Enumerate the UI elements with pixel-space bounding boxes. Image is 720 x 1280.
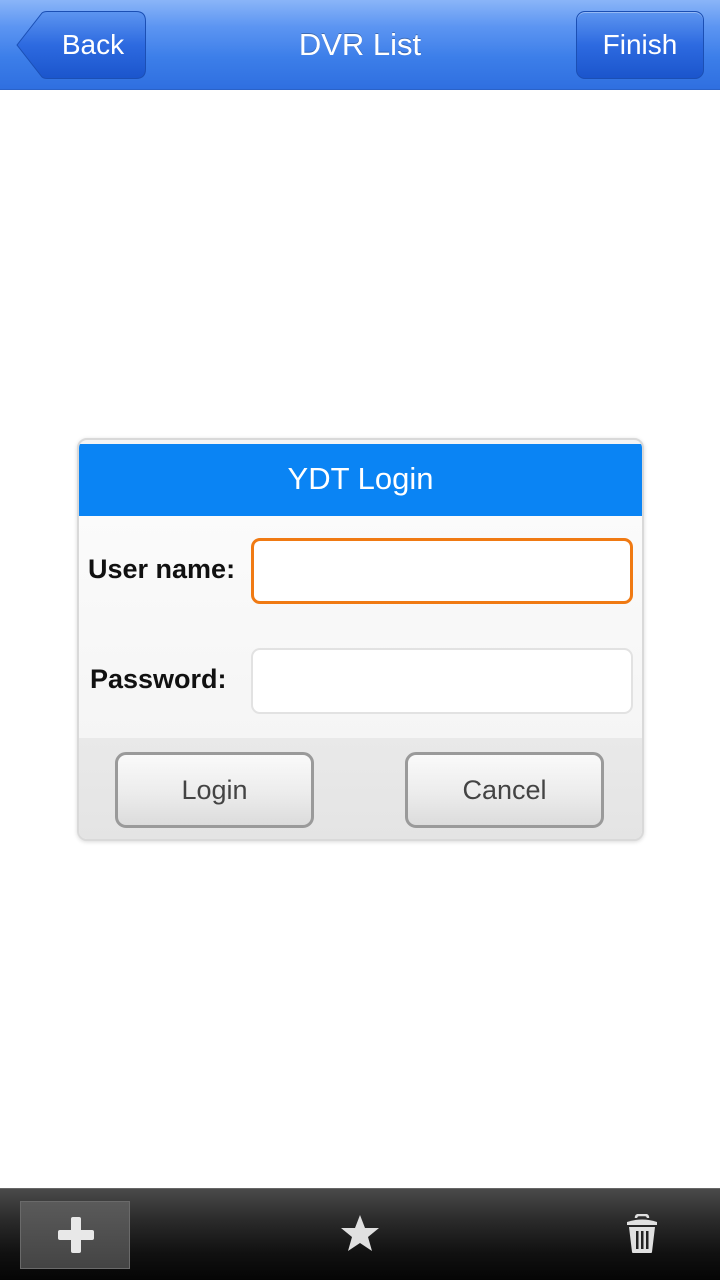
password-label: Password:: [90, 664, 227, 694]
dialog-button-row: Login Cancel: [79, 738, 642, 839]
add-device-button[interactable]: [20, 1201, 130, 1269]
cancel-button[interactable]: Cancel: [405, 752, 604, 828]
bottom-toolbar: [0, 1188, 720, 1280]
trash-icon: [627, 1214, 657, 1253]
password-input[interactable]: [251, 648, 633, 714]
page-title: DVR List: [298, 27, 422, 62]
login-button[interactable]: Login: [115, 752, 314, 828]
login-form: User name: Password:: [79, 516, 642, 738]
username-input[interactable]: [251, 538, 633, 604]
navigation-bar: Back DVR List Finish: [0, 0, 720, 90]
delete-button[interactable]: [614, 1201, 670, 1269]
login-dialog: YDT Login User name: Password: Login Can…: [77, 438, 644, 841]
dialog-title: YDT Login: [79, 444, 642, 516]
plus-icon: [58, 1217, 94, 1253]
favorite-button[interactable]: [330, 1201, 390, 1269]
back-button[interactable]: Back: [16, 11, 146, 79]
back-button-label: Back: [61, 29, 125, 60]
finish-button[interactable]: Finish: [576, 11, 704, 79]
star-icon: [341, 1215, 379, 1251]
username-label: User name:: [88, 554, 236, 584]
